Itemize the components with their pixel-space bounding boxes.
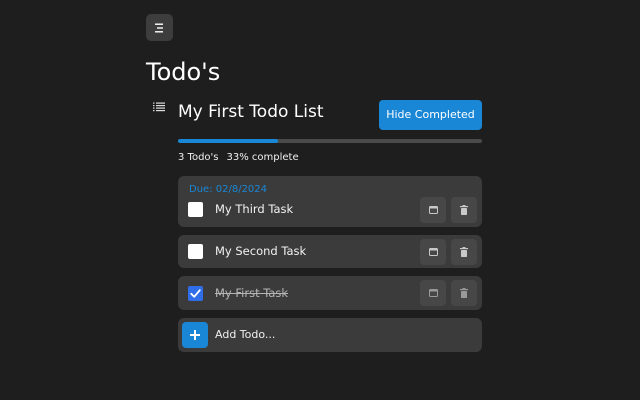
todo-checkbox[interactable] xyxy=(188,202,203,217)
list-title: My First Todo List xyxy=(178,102,324,122)
add-todo-button[interactable] xyxy=(182,322,208,348)
list-stats: 3 Todo's 33% complete xyxy=(178,151,299,165)
todo-checkbox-checked[interactable] xyxy=(188,286,203,301)
progress-bar-fill xyxy=(178,139,279,143)
trash-icon xyxy=(460,205,468,215)
checkmark-icon xyxy=(190,289,201,298)
todo-item: Due: 02/8/2024 My Third Task xyxy=(178,176,482,227)
trash-icon xyxy=(460,288,468,298)
delete-button[interactable] xyxy=(451,197,477,223)
todo-label: My Third Task xyxy=(215,202,294,216)
page-title: Todo's xyxy=(146,58,221,86)
progress-bar xyxy=(178,139,482,143)
add-todo-input[interactable]: Add Todo... xyxy=(215,327,275,343)
due-date: Due: 02/8/2024 xyxy=(189,184,268,195)
plus-icon xyxy=(190,330,200,340)
calendar-icon xyxy=(428,247,438,256)
calendar-icon xyxy=(428,289,438,297)
calendar-icon xyxy=(428,206,438,214)
due-date-button[interactable] xyxy=(420,280,446,306)
trash-icon xyxy=(460,246,468,257)
todo-checkbox[interactable] xyxy=(188,244,203,259)
menu-button[interactable] xyxy=(146,14,173,41)
delete-button[interactable] xyxy=(451,238,477,265)
completion-percent: 33% complete xyxy=(226,152,299,163)
list-icon xyxy=(153,102,165,112)
due-date-button[interactable] xyxy=(420,238,446,265)
todo-label: My First Task xyxy=(215,286,289,300)
todo-item: My Second Task xyxy=(178,235,482,268)
todo-item: My First Task xyxy=(178,276,482,310)
todo-label: My Second Task xyxy=(215,244,307,258)
hide-completed-button[interactable]: Hide Completed xyxy=(379,100,482,130)
todo-count: 3 Todo's xyxy=(178,152,219,163)
menu-icon xyxy=(154,23,163,32)
delete-button[interactable] xyxy=(451,280,477,306)
add-todo-row: Add Todo... xyxy=(178,318,482,352)
todo-app: Todo's My First Todo List Hide Completed… xyxy=(0,0,640,400)
due-date-button[interactable] xyxy=(420,197,446,223)
